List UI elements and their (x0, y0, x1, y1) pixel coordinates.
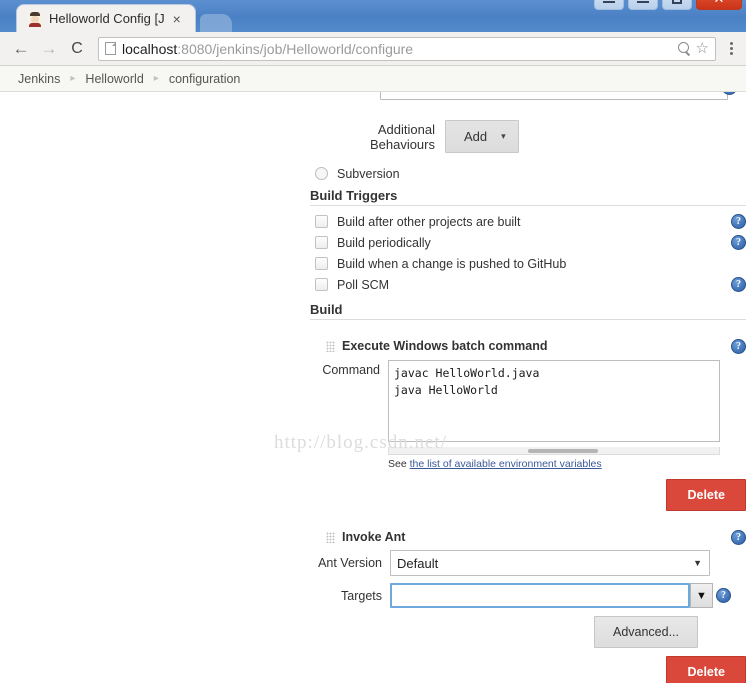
help-icon[interactable]: ? (716, 588, 731, 603)
command-horizontal-scrollbar[interactable] (388, 447, 720, 455)
minimize-icon (603, 1, 615, 3)
build-heading: Build (310, 302, 746, 320)
trigger-build-periodically[interactable]: Build periodically ? (315, 234, 746, 251)
help-icon[interactable]: ? (731, 529, 746, 545)
targets-dropdown-button[interactable]: ▼ (690, 583, 713, 608)
ant-version-select[interactable]: Default (390, 550, 710, 576)
build-triggers-heading: Build Triggers (310, 188, 746, 206)
command-field-wrap: javac HelloWorld.java java HelloWorld Se… (388, 360, 720, 470)
breadcrumb-item-jenkins[interactable]: Jenkins (14, 72, 64, 86)
breadcrumb-separator-icon: ▸ (70, 73, 76, 84)
new-tab-button[interactable] (200, 14, 232, 32)
build-step-execute-windows-batch-command: Execute Windows batch command ? Command … (310, 338, 746, 511)
breadcrumb-separator-icon: ▸ (153, 73, 159, 84)
delete-build-step-button[interactable]: Delete (666, 656, 746, 683)
breadcrumb-item-configuration[interactable]: configuration (165, 72, 245, 86)
build-step-invoke-ant: Invoke Ant ? Ant Version Default ▼ Targe… (310, 529, 746, 683)
ant-version-label: Ant Version (318, 556, 382, 570)
window-minimize-button[interactable] (594, 0, 624, 10)
help-icon[interactable]: ? (731, 235, 746, 250)
trigger-checkbox[interactable] (315, 236, 328, 249)
address-bar[interactable]: localhost:8080/jenkins/job/Helloworld/co… (98, 36, 716, 61)
help-icon[interactable]: ? (731, 214, 746, 229)
jenkins-butler-icon (27, 10, 43, 27)
omnibox-icons: ☆ (677, 41, 709, 56)
help-icon[interactable]: ? (731, 338, 746, 354)
trigger-label: Poll SCM (337, 277, 390, 292)
search-icon[interactable] (677, 42, 691, 55)
build-step-title-row: Invoke Ant ? (326, 529, 746, 545)
trigger-build-on-github-push[interactable]: Build when a change is pushed to GitHub (315, 255, 746, 272)
chevron-down-icon: ▾ (501, 131, 506, 141)
maximize-icon (672, 0, 682, 4)
command-row: Command javac HelloWorld.java java Hello… (310, 360, 746, 470)
window-controls: ✕ (594, 0, 742, 10)
additional-behaviours-label: Additional Behaviours (369, 121, 435, 152)
reload-button[interactable]: C (64, 36, 90, 62)
build-step-title: Invoke Ant (342, 530, 406, 544)
subversion-label: Subversion (337, 166, 400, 181)
url-port: :8080 (177, 40, 213, 57)
config-form: ? Additional Behaviours Add ▾ Subversion… (310, 92, 746, 683)
build-triggers-list: Build after other projects are built ? B… (315, 213, 746, 293)
restore-icon (637, 1, 649, 3)
trigger-label: Build after other projects are built (337, 214, 521, 229)
menu-icon[interactable] (724, 41, 738, 57)
drag-handle-icon[interactable] (326, 340, 335, 352)
browser-toolbar: ← → C localhost:8080/jenkins/job/Hellowo… (0, 32, 746, 66)
additional-behaviours-row: Additional Behaviours Add ▾ (310, 120, 746, 153)
targets-row: Targets ▼ ? (310, 583, 746, 608)
url-host: localhost (122, 40, 178, 57)
build-step-title-row: Execute Windows batch command ? (326, 338, 746, 354)
trigger-checkbox[interactable] (315, 278, 328, 291)
subversion-radio[interactable] (315, 167, 328, 180)
advanced-row: Advanced... (310, 616, 746, 648)
url-text: localhost:8080/jenkins/job/Helloworld/co… (122, 41, 672, 57)
trigger-checkbox[interactable] (315, 257, 328, 270)
delete-build-step-button[interactable]: Delete (666, 479, 746, 511)
trigger-checkbox[interactable] (315, 215, 328, 228)
scrolled-off-input[interactable] (380, 92, 728, 100)
trigger-poll-scm[interactable]: Poll SCM ? (315, 276, 746, 293)
back-button[interactable]: ← (8, 36, 34, 62)
delete-step-row: Delete (310, 479, 746, 511)
page-info-icon[interactable] (105, 42, 116, 55)
tabstrip: Helloworld Config [J × (0, 4, 232, 32)
trigger-label: Build when a change is pushed to GitHub (337, 256, 567, 271)
ant-version-row: Ant Version Default ▼ (310, 550, 746, 576)
env-prefix: See (388, 458, 410, 470)
add-behaviour-label: Add (464, 129, 488, 144)
ant-version-select-wrap: Default ▼ (390, 550, 710, 576)
environment-variables-line: See the list of available environment va… (388, 458, 720, 470)
targets-input[interactable] (390, 583, 690, 608)
tab-close-icon[interactable]: × (171, 12, 183, 26)
close-icon: ✕ (714, 0, 725, 5)
breadcrumb-item-helloworld[interactable]: Helloworld (81, 72, 147, 86)
trigger-build-after-other-projects[interactable]: Build after other projects are built ? (315, 213, 746, 230)
window-restore-button[interactable] (628, 0, 658, 10)
command-label: Command (322, 363, 380, 377)
add-behaviour-button[interactable]: Add ▾ (445, 120, 519, 153)
targets-label: Targets (341, 588, 382, 603)
help-icon[interactable]: ? (731, 277, 746, 292)
browser-titlebar: ✕ Helloworld Config [J × (0, 0, 746, 32)
config-page: ? Additional Behaviours Add ▾ Subversion… (0, 92, 746, 683)
url-path: /jenkins/job/Helloworld/configure (212, 40, 414, 57)
browser-tab-helloworld-config[interactable]: Helloworld Config [J × (16, 4, 196, 32)
tab-title: Helloworld Config [J (49, 11, 165, 26)
drag-handle-icon[interactable] (326, 531, 335, 543)
window-maximize-button[interactable] (662, 0, 692, 10)
command-textarea[interactable]: javac HelloWorld.java java HelloWorld (388, 360, 720, 442)
window-close-button[interactable]: ✕ (696, 0, 742, 10)
trigger-label: Build periodically (337, 235, 431, 250)
bookmark-star-icon[interactable]: ☆ (696, 41, 709, 56)
delete-step-row: Delete (310, 656, 746, 683)
targets-field-wrap: ▼ ? (390, 583, 731, 608)
environment-variables-link[interactable]: the list of available environment variab… (410, 458, 602, 470)
advanced-button[interactable]: Advanced... (593, 616, 698, 648)
breadcrumb: Jenkins ▸ Helloworld ▸ configuration (0, 66, 746, 92)
forward-button[interactable]: → (36, 36, 62, 62)
subversion-option[interactable]: Subversion (315, 165, 746, 182)
build-step-title: Execute Windows batch command (342, 339, 548, 353)
